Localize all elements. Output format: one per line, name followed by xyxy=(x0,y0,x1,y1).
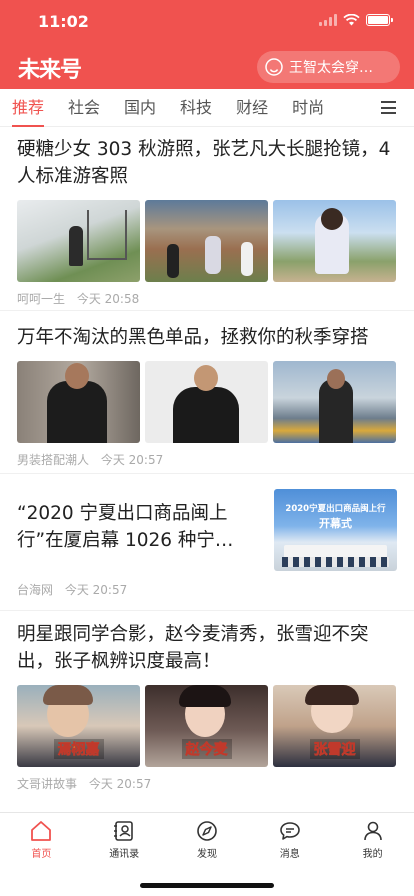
contacts-icon xyxy=(114,821,133,841)
article-title: “2020 宁夏出口商品闽上行”在厦启幕 1026 种宁… xyxy=(17,503,234,551)
article-single-layout: “2020 宁夏出口商品闽上行”在厦启幕 1026 种宁… 2020宁夏出口商品… xyxy=(17,486,397,571)
article-images: 焉栩嘉 赵今麦 张雪迎 xyxy=(17,685,397,767)
signal-icon xyxy=(319,14,337,26)
article-card[interactable]: 万年不淘汰的黑色单品，拯救你的秋季穿搭 男装搭配潮人 今天 20:57 xyxy=(0,311,414,474)
article-card[interactable]: 明星跟同学合影，赵今麦清秀，张雪迎不突出，张子枫辨识度最高！ 焉栩嘉 赵今麦 张… xyxy=(0,611,414,799)
article-image xyxy=(273,200,396,282)
compass-icon xyxy=(197,821,217,841)
wifi-icon xyxy=(343,14,360,26)
nav-messages[interactable]: 消息 xyxy=(260,819,320,860)
image-name-label: 张雪迎 xyxy=(309,739,360,759)
article-images xyxy=(17,200,397,282)
image-caption: 2020宁夏出口商品闽上行 xyxy=(285,504,386,514)
article-time: 今天 20:57 xyxy=(88,777,152,791)
article-title: 明星跟同学合影，赵今麦清秀，张雪迎不突出，张子枫辨识度最高！ xyxy=(17,624,369,672)
nav-discover-label: 发现 xyxy=(196,849,217,860)
article-time: 今天 20:57 xyxy=(64,583,128,597)
article-text-column: “2020 宁夏出口商品闽上行”在厦启幕 1026 种宁… xyxy=(17,486,274,571)
article-time: 今天 20:58 xyxy=(76,292,140,306)
search-icon xyxy=(265,58,283,76)
article-image xyxy=(145,200,268,282)
top-header: 11:02 未来号 王智太会穿… xyxy=(0,0,414,89)
home-icon xyxy=(31,821,52,841)
status-time: 11:02 xyxy=(38,12,89,31)
status-bar: 11:02 xyxy=(0,0,414,44)
nav-messages-label: 消息 xyxy=(279,849,300,860)
category-tabs: 推荐 社会 国内 科技 财经 时尚 xyxy=(0,89,414,127)
image-name-label: 焉栩嘉 xyxy=(53,739,104,759)
battery-icon xyxy=(366,14,393,26)
search-placeholder: 王智太会穿… xyxy=(289,60,373,76)
article-meta: 呵呵一生 今天 20:58 xyxy=(17,290,397,307)
article-image xyxy=(17,200,140,282)
tab-tech[interactable]: 科技 xyxy=(180,89,212,127)
article-image: 2020宁夏出口商品闽上行 开幕式 xyxy=(274,489,397,571)
article-title: 万年不淘汰的黑色单品，拯救你的秋季穿搭 xyxy=(17,327,369,348)
article-source: 呵呵一生 xyxy=(17,292,66,306)
article-meta: 文哥讲故事 今天 20:57 xyxy=(17,775,397,792)
article-images xyxy=(17,361,397,443)
nav-home-label: 首页 xyxy=(31,849,52,860)
article-source: 台海网 xyxy=(17,583,54,597)
bottom-tab-bar: 首页 通讯录 发现 消息 我的 xyxy=(0,812,414,896)
tab-domestic[interactable]: 国内 xyxy=(124,89,156,127)
article-card[interactable]: “2020 宁夏出口商品闽上行”在厦启幕 1026 种宁… 2020宁夏出口商品… xyxy=(0,474,414,611)
article-title: 硬糖少女 303 秋游照，张艺凡大长腿抢镜，4人标准游客照 xyxy=(17,139,391,187)
bottom-nav: 首页 通讯录 发现 消息 我的 xyxy=(0,813,414,860)
menu-icon[interactable] xyxy=(381,101,396,114)
article-image: 张雪迎 xyxy=(273,685,396,767)
tab-finance[interactable]: 财经 xyxy=(236,89,268,127)
article-source: 男装搭配潮人 xyxy=(17,453,90,467)
article-source: 文哥讲故事 xyxy=(17,777,78,791)
home-indicator xyxy=(140,883,274,888)
nav-contacts[interactable]: 通讯录 xyxy=(94,819,154,860)
article-image: 赵今麦 xyxy=(145,685,268,767)
article-image xyxy=(145,361,268,443)
article-image: 焉栩嘉 xyxy=(17,685,140,767)
nav-discover[interactable]: 发现 xyxy=(177,819,237,860)
image-name-label: 赵今麦 xyxy=(181,739,232,759)
nav-contacts-label: 通讯录 xyxy=(109,849,140,860)
tab-society[interactable]: 社会 xyxy=(68,89,100,127)
article-image xyxy=(17,361,140,443)
article-card[interactable]: 硬糖少女 303 秋游照，张艺凡大长腿抢镜，4人标准游客照 呵呵一生 今天 20… xyxy=(0,128,414,311)
article-meta: 男装搭配潮人 今天 20:57 xyxy=(17,451,397,468)
app-logo: 未来号 xyxy=(18,58,82,83)
nav-me[interactable]: 我的 xyxy=(343,819,403,860)
status-icons xyxy=(319,14,393,26)
article-image xyxy=(273,361,396,443)
search-box[interactable]: 王智太会穿… xyxy=(257,51,400,83)
nav-me-label: 我的 xyxy=(362,849,383,860)
article-meta: 台海网 今天 20:57 xyxy=(17,581,397,598)
image-subcaption: 开幕式 xyxy=(319,517,352,530)
tab-recommend[interactable]: 推荐 xyxy=(12,89,45,127)
article-time: 今天 20:57 xyxy=(100,453,164,467)
tab-fashion[interactable]: 时尚 xyxy=(292,89,324,127)
person-icon xyxy=(363,821,382,841)
news-feed: 硬糖少女 303 秋游照，张艺凡大长腿抢镜，4人标准游客照 呵呵一生 今天 20… xyxy=(0,128,414,799)
message-icon xyxy=(279,822,300,840)
nav-home[interactable]: 首页 xyxy=(11,819,71,860)
